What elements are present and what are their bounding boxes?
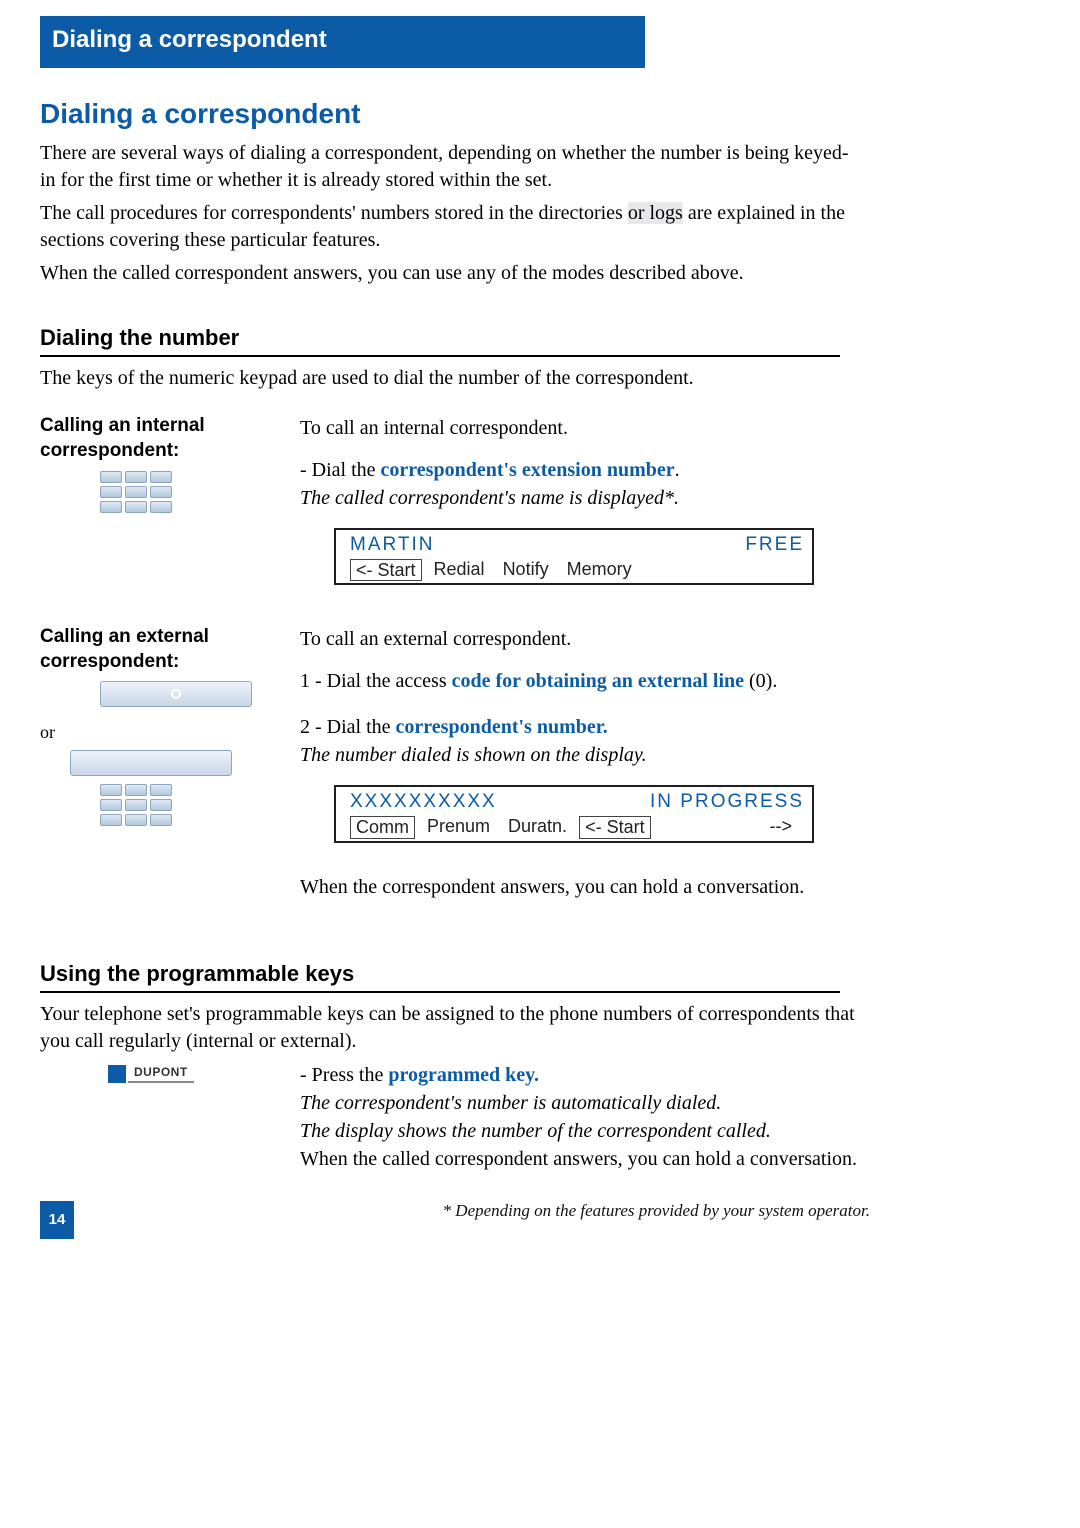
right-column: - Press the programmed key. The correspo…	[300, 1061, 870, 1173]
softkey-next[interactable]: -->	[764, 816, 799, 839]
line-key-icon	[70, 750, 232, 776]
softkey-notify[interactable]: Notify	[497, 559, 555, 582]
key-indicator-icon	[108, 1065, 126, 1083]
programmable-key-icon: DUPONT	[108, 1065, 300, 1084]
left-column: Calling an internal correspondent:	[40, 414, 300, 516]
page: Dialing a correspondent Dialing a corres…	[0, 0, 1080, 1528]
step-text: 2 - Dial the	[300, 716, 396, 738]
softkey-start[interactable]: <- Start	[579, 816, 651, 839]
step-text: - Press the	[300, 1064, 388, 1086]
external-result: The number dialed is shown on the displa…	[300, 741, 870, 769]
left-column: Calling an external correspondent: or	[40, 625, 300, 829]
section-heading-progkeys: Using the programmable keys	[40, 961, 840, 993]
external-lead: To call an external correspondent.	[300, 625, 870, 653]
softkey-prenum[interactable]: Prenum	[421, 816, 496, 839]
label-internal: Calling an internal correspondent:	[40, 414, 300, 463]
step-text: - Dial the	[300, 459, 381, 481]
link-correspondent-number: correspondent's number.	[396, 716, 608, 738]
prog-step: - Press the programmed key.	[300, 1061, 870, 1089]
internal-result: The called correspondent's name is displ…	[300, 484, 870, 512]
internal-lead: To call an internal correspondent.	[300, 414, 870, 442]
step-text: (0).	[744, 670, 777, 692]
page-title: Dialing a correspondent	[40, 98, 1040, 130]
page-footer: 14 * Depending on the features provided …	[40, 1201, 870, 1239]
keypad-icon	[100, 784, 172, 826]
prog-result-1: The correspondent's number is automatica…	[300, 1089, 870, 1117]
keypad-icon	[100, 471, 172, 513]
left-column: DUPONT	[40, 1061, 300, 1084]
intro-paragraph-3: When the called correspondent answers, y…	[40, 260, 855, 287]
or-label: or	[40, 721, 300, 744]
softkey-start[interactable]: <- Start	[350, 559, 422, 582]
right-column: To call an internal correspondent. - Dia…	[300, 414, 870, 585]
key-label: DUPONT	[128, 1065, 194, 1084]
prog-result-2: The display shows the number of the corr…	[300, 1117, 870, 1145]
intro-paragraph-2: The call procedures for correspondents' …	[40, 200, 855, 254]
section-tab: Dialing a correspondent	[40, 16, 645, 68]
section-lead: Your telephone set's programmable keys c…	[40, 1001, 855, 1055]
lcd-display-external: XXXXXXXXXX IN PROGRESS Comm Prenum Durat…	[334, 785, 814, 842]
label-external: Calling an external correspondent:	[40, 625, 300, 674]
lcd-display-internal: MARTIN FREE <- Start Redial Notify Memor…	[334, 528, 814, 585]
softkey-comm[interactable]: Comm	[350, 816, 415, 839]
internal-step: - Dial the correspondent's extension num…	[300, 456, 870, 484]
right-column: To call an external correspondent. 1 - D…	[300, 625, 870, 900]
section-lead: The keys of the numeric keypad are used …	[40, 365, 855, 392]
external-closing: When the correspondent answers, you can …	[300, 873, 870, 901]
softkey-memory[interactable]: Memory	[561, 559, 638, 582]
link-access-code: code for obtaining an external line	[452, 670, 744, 692]
lcd-status: IN PROGRESS	[650, 789, 804, 816]
intro-paragraph-1: There are several ways of dialing a corr…	[40, 140, 855, 194]
highlight-text: or logs	[628, 202, 683, 224]
lcd-status: FREE	[745, 532, 804, 559]
prog-closing: When the called correspondent answers, y…	[300, 1145, 870, 1173]
link-programmed-key: programmed key.	[388, 1064, 539, 1086]
page-number: 14	[40, 1201, 74, 1239]
lcd-name: MARTIN	[350, 532, 434, 559]
block-programmable-key: DUPONT - Press the programmed key. The c…	[40, 1061, 870, 1173]
external-step-2: 2 - Dial the correspondent's number.	[300, 713, 870, 741]
footnote: * Depending on the features provided by …	[443, 1201, 870, 1221]
softkey-duratn[interactable]: Duratn.	[502, 816, 573, 839]
step-text: 1 - Dial the access	[300, 670, 452, 692]
intro-text: The call procedures for correspondents' …	[40, 202, 628, 224]
step-text: .	[675, 459, 680, 481]
link-extension-number: correspondent's extension number	[381, 459, 675, 481]
softkey-redial[interactable]: Redial	[428, 559, 491, 582]
block-internal-call: Calling an internal correspondent: To ca…	[40, 414, 870, 585]
line-key-icon	[100, 681, 252, 707]
external-step-1: 1 - Dial the access code for obtaining a…	[300, 667, 870, 695]
block-external-call: Calling an external correspondent: or To…	[40, 625, 870, 900]
lcd-number: XXXXXXXXXX	[350, 789, 497, 816]
section-heading-dialing: Dialing the number	[40, 325, 840, 357]
